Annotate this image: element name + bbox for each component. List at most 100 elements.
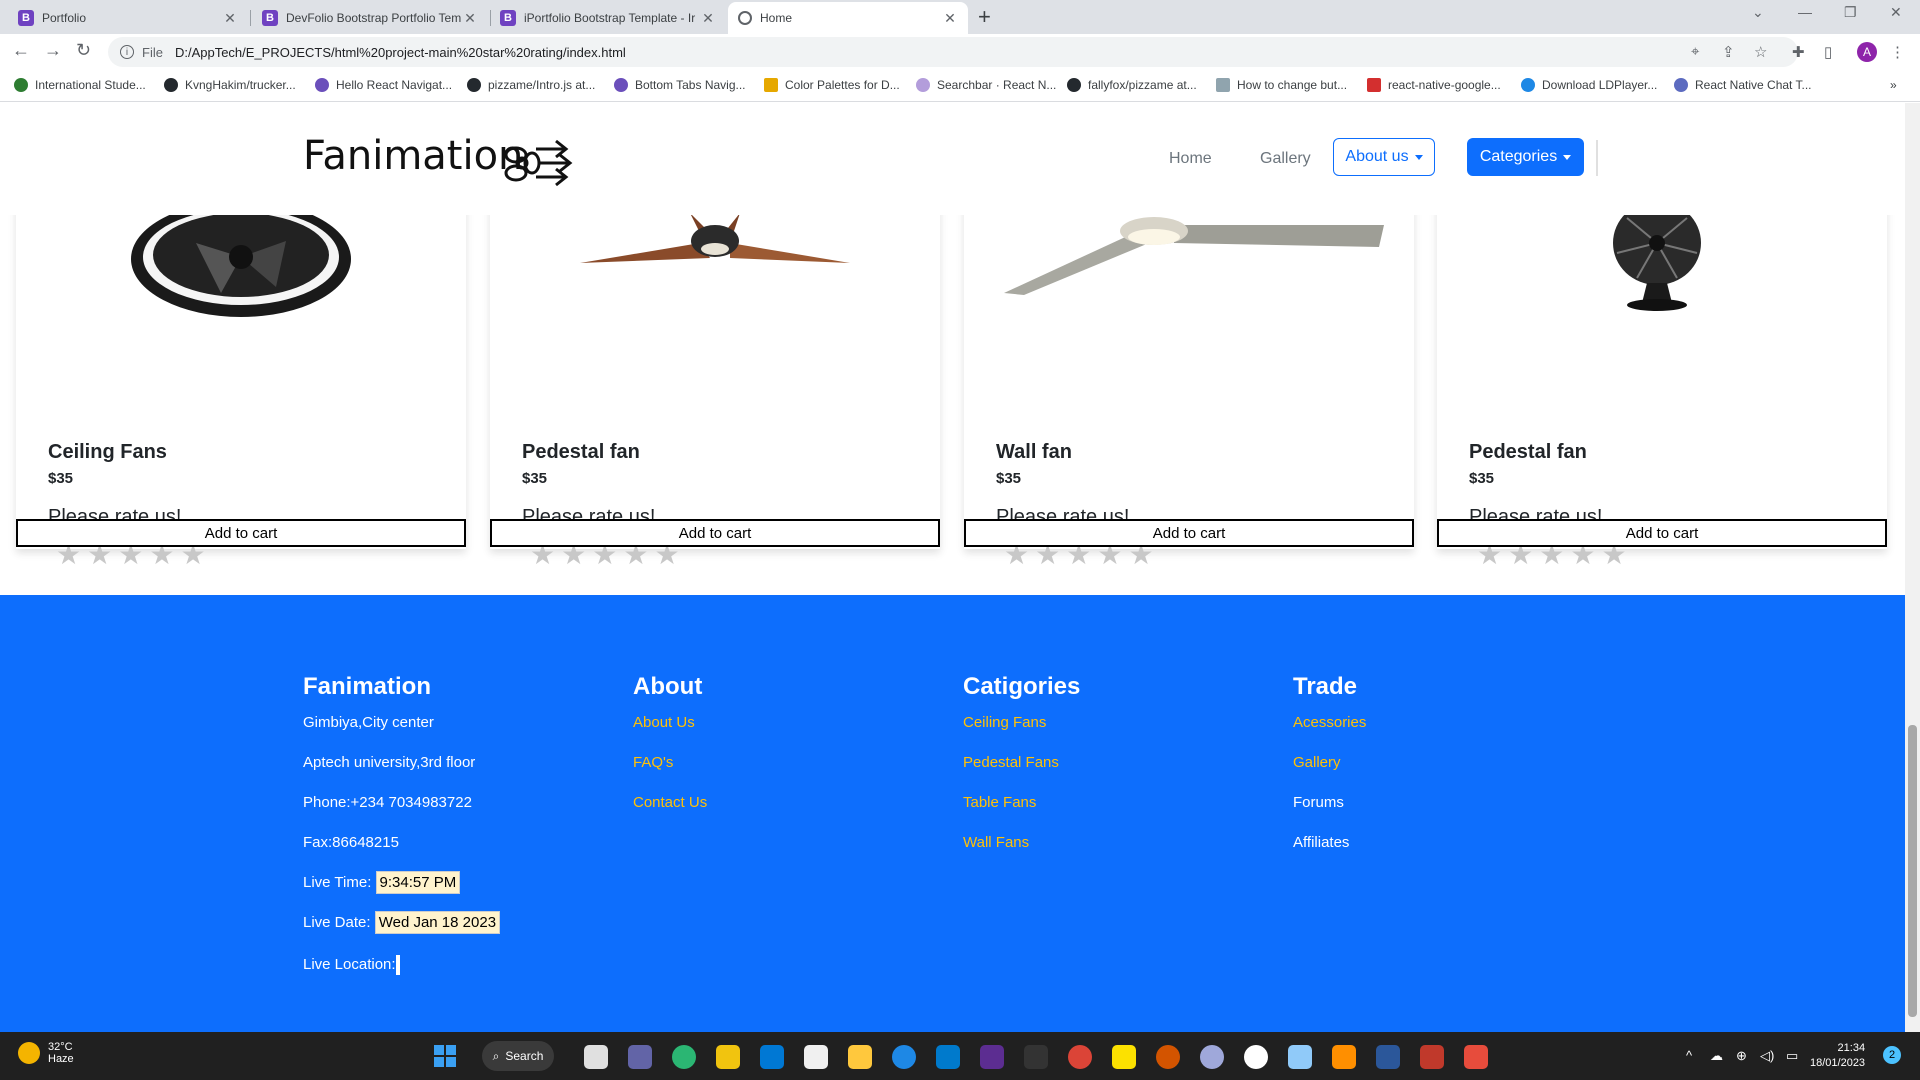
share-icon[interactable]: ⇪ bbox=[1722, 43, 1735, 61]
visual-studio-icon[interactable] bbox=[980, 1045, 1004, 1069]
bookmark-item[interactable]: Bottom Tabs Navig... bbox=[614, 78, 746, 92]
product-name: Ceiling Fans bbox=[48, 441, 167, 463]
live-time-value: 9:34:57 PM bbox=[375, 871, 461, 894]
forward-icon[interactable]: → bbox=[44, 40, 62, 61]
bookmark-item[interactable]: Hello React Navigat... bbox=[315, 78, 452, 92]
temperature: 32°C bbox=[48, 1041, 73, 1053]
app-icon[interactable] bbox=[1420, 1045, 1444, 1069]
brand-name[interactable]: Fanimation bbox=[303, 133, 523, 179]
bookmark-item[interactable]: KvngHakim/trucker... bbox=[164, 78, 296, 92]
bookmark-star-icon[interactable]: ☆ bbox=[1754, 43, 1767, 61]
fax-text: Fax:86648215 bbox=[303, 834, 399, 851]
mail-icon[interactable] bbox=[760, 1045, 784, 1069]
bookmark-item[interactable]: International Stude... bbox=[14, 78, 146, 92]
app-icon[interactable] bbox=[1156, 1045, 1180, 1069]
footer-link-table-fans[interactable]: Table Fans bbox=[963, 795, 1080, 835]
footer-link-faq[interactable]: FAQ's bbox=[633, 755, 707, 795]
menu-icon[interactable]: ⋮ bbox=[1890, 43, 1905, 61]
bookmark-item[interactable]: How to change but... bbox=[1216, 78, 1347, 92]
store-icon[interactable] bbox=[804, 1045, 828, 1069]
add-to-cart-button[interactable]: Add to cart bbox=[1437, 519, 1887, 547]
volume-icon[interactable]: ◁) bbox=[1760, 1048, 1774, 1064]
tab-home[interactable]: Home ✕ bbox=[728, 2, 968, 34]
weather-widget[interactable]: 32°C Haze bbox=[18, 1041, 74, 1065]
add-to-cart-button[interactable]: Add to cart bbox=[16, 519, 466, 547]
file-explorer-icon[interactable] bbox=[848, 1045, 872, 1069]
categories-dropdown-button[interactable]: Categories bbox=[1467, 138, 1584, 176]
nav-gallery-link[interactable]: Gallery bbox=[1260, 150, 1311, 168]
footer-link-wall-fans[interactable]: Wall Fans bbox=[963, 835, 1080, 875]
live-date-value: Wed Jan 18 2023 bbox=[374, 911, 501, 934]
teams-icon[interactable] bbox=[628, 1045, 652, 1069]
tab-iportfolio[interactable]: B iPortfolio Bootstrap Template - Ir ✕ bbox=[490, 2, 726, 34]
vscode-icon[interactable] bbox=[936, 1045, 960, 1069]
bookmark-item[interactable]: React Native Chat T... bbox=[1674, 78, 1812, 92]
bookmark-item[interactable]: fallyfox/pizzame at... bbox=[1067, 78, 1197, 92]
battery-icon[interactable]: ▭ bbox=[1786, 1048, 1798, 1064]
footer-heading: About bbox=[633, 673, 703, 700]
about-us-dropdown-button[interactable]: About us bbox=[1333, 138, 1435, 176]
tab-devfolio[interactable]: B DevFolio Bootstrap Portfolio Tem ✕ bbox=[252, 2, 488, 34]
footer-link-pedestal-fans[interactable]: Pedestal Fans bbox=[963, 755, 1080, 795]
footer-link-gallery[interactable]: Gallery bbox=[1293, 755, 1366, 795]
taskbar-search[interactable]: ⌕ Search bbox=[482, 1041, 554, 1071]
close-icon[interactable]: ✕ bbox=[222, 10, 238, 27]
fan-logo-icon[interactable] bbox=[502, 135, 574, 191]
edge-icon[interactable] bbox=[892, 1045, 916, 1069]
close-icon[interactable]: ✕ bbox=[462, 10, 478, 27]
chrome-icon[interactable] bbox=[1068, 1045, 1092, 1069]
bookmark-item[interactable]: Searchbar · React N... bbox=[916, 78, 1056, 92]
tab-portfolio[interactable]: B Portfolio ✕ bbox=[8, 2, 248, 34]
info-icon[interactable]: i bbox=[120, 45, 134, 59]
app-icon[interactable] bbox=[1464, 1045, 1488, 1069]
address-bar[interactable]: i File D:/AppTech/E_PROJECTS/html%20proj… bbox=[108, 37, 1798, 67]
close-icon[interactable]: ✕ bbox=[700, 10, 716, 27]
close-window-icon[interactable]: ✕ bbox=[1890, 4, 1902, 21]
reload-icon[interactable]: ↻ bbox=[76, 40, 91, 61]
footer-link-affiliates[interactable]: Affiliates bbox=[1293, 835, 1366, 875]
back-icon[interactable]: ← bbox=[12, 40, 30, 61]
figma-icon[interactable] bbox=[1024, 1045, 1048, 1069]
more-bookmarks-icon[interactable]: » bbox=[1890, 78, 1897, 92]
start-icon[interactable] bbox=[434, 1045, 456, 1067]
footer-link-forums[interactable]: Forums bbox=[1293, 795, 1366, 835]
footer-trade-column: Trade Acessories Gallery Forums Affiliat… bbox=[1293, 673, 1366, 875]
language-icon[interactable]: ⊕ bbox=[1736, 1048, 1747, 1064]
footer-link-accessories[interactable]: Acessories bbox=[1293, 715, 1366, 755]
restore-icon[interactable]: ❐ bbox=[1844, 4, 1857, 21]
word-icon[interactable] bbox=[1376, 1045, 1400, 1069]
task-view-icon[interactable] bbox=[584, 1045, 608, 1069]
cloud-icon[interactable]: ☁ bbox=[1710, 1048, 1723, 1064]
new-tab-icon[interactable]: + bbox=[978, 4, 991, 30]
bookmark-item[interactable]: react-native-google... bbox=[1367, 78, 1501, 92]
scrollbar-thumb[interactable] bbox=[1908, 725, 1917, 1017]
notification-badge[interactable]: 2 bbox=[1883, 1046, 1901, 1064]
address-line: Gimbiya,City center bbox=[303, 714, 434, 731]
add-to-cart-button[interactable]: Add to cart bbox=[964, 519, 1414, 547]
minimize-icon[interactable]: — bbox=[1798, 4, 1812, 20]
bookmark-item[interactable]: Download LDPlayer... bbox=[1521, 78, 1657, 92]
tab-search-icon[interactable]: ⌄ bbox=[1752, 4, 1764, 21]
nav-home-link[interactable]: Home bbox=[1169, 150, 1212, 168]
url-text[interactable]: D:/AppTech/E_PROJECTS/html%20project-mai… bbox=[175, 45, 626, 60]
app-icon[interactable] bbox=[1244, 1045, 1268, 1069]
vlc-icon[interactable] bbox=[1332, 1045, 1356, 1069]
bookmark-item[interactable]: Color Palettes for D... bbox=[764, 78, 900, 92]
app-icon[interactable] bbox=[1200, 1045, 1224, 1069]
app-icon[interactable] bbox=[716, 1045, 740, 1069]
add-to-cart-button[interactable]: Add to cart bbox=[490, 519, 940, 547]
extensions-icon[interactable]: ✚ bbox=[1792, 43, 1805, 61]
footer-link-contact[interactable]: Contact Us bbox=[633, 795, 707, 835]
close-icon[interactable]: ✕ bbox=[942, 10, 958, 27]
profile-avatar[interactable]: A bbox=[1857, 42, 1877, 62]
system-clock[interactable]: 21:34 18/01/2023 bbox=[1810, 1041, 1865, 1071]
edge-dev-icon[interactable] bbox=[672, 1045, 696, 1069]
footer-link-ceiling-fans[interactable]: Ceiling Fans bbox=[963, 715, 1080, 755]
app-icon[interactable] bbox=[1288, 1045, 1312, 1069]
chevron-up-icon[interactable]: ^ bbox=[1686, 1048, 1692, 1063]
location-icon[interactable]: ⌖ bbox=[1691, 43, 1699, 60]
sticky-notes-icon[interactable] bbox=[1112, 1045, 1136, 1069]
footer-link-about-us[interactable]: About Us bbox=[633, 715, 707, 755]
side-panel-icon[interactable]: ▯ bbox=[1824, 43, 1832, 61]
bookmark-item[interactable]: pizzame/Intro.js at... bbox=[467, 78, 595, 92]
